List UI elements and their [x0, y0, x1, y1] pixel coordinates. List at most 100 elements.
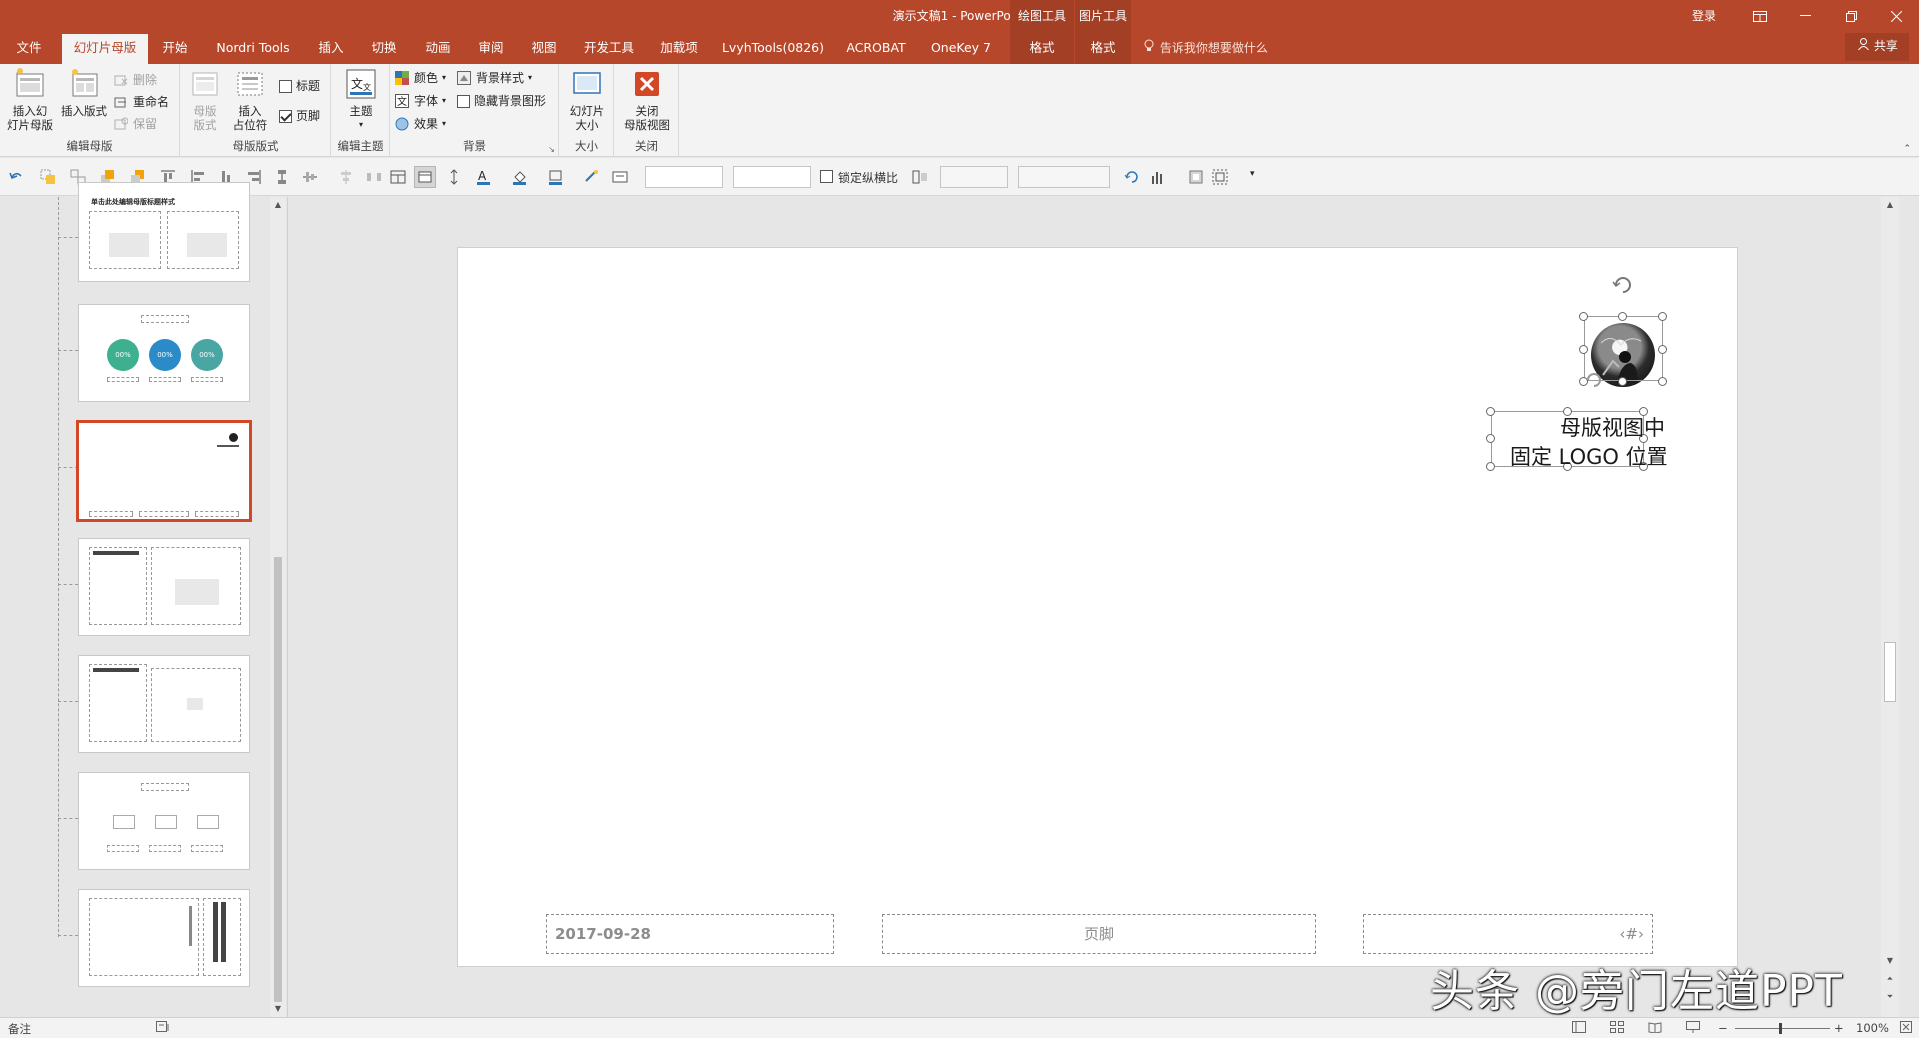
swap-position-icon[interactable] — [912, 169, 928, 185]
insert-placeholder-button[interactable]: 插入 占位符 — [225, 68, 275, 132]
rotate-handle-icon[interactable] — [1612, 274, 1634, 299]
footer-checkbox-box[interactable] — [279, 109, 292, 123]
slide-scrollbar[interactable]: ▲ ▼ ⏶ ⏷ — [1881, 197, 1899, 1017]
accessibility-icon[interactable] — [156, 1021, 170, 1036]
close-master-view-button[interactable]: 关闭 母版视图 — [617, 68, 677, 132]
layout-thumbnail-title-content[interactable] — [78, 538, 250, 636]
arrange-icon[interactable] — [1212, 169, 1228, 185]
rotate-handle-icon[interactable] — [1584, 370, 1604, 393]
picture-style-select[interactable] — [1018, 166, 1110, 188]
layout-thumbnail-logo-selected[interactable] — [76, 420, 252, 522]
tab-onekey[interactable]: OneKey 7 — [922, 32, 1000, 64]
tab-animations[interactable]: 动画 — [418, 32, 458, 64]
restore-icon[interactable] — [1828, 0, 1874, 32]
resize-handle[interactable] — [1486, 462, 1495, 471]
insert-layout-button[interactable]: 插入版式 — [58, 68, 110, 118]
login-button[interactable]: 登录 — [1692, 7, 1716, 24]
height-adjust-icon[interactable] — [446, 169, 462, 185]
slide-canvas[interactable]: 2017-09-28 页脚 ‹#› 母版视图中 固定 LOGO 位置 — [457, 247, 1738, 967]
shape-height-input[interactable] — [645, 166, 723, 188]
undo-icon[interactable] — [8, 169, 24, 185]
scroll-down-icon[interactable]: ▼ — [270, 1001, 286, 1017]
tab-slide-master[interactable]: 幻灯片母版 — [62, 34, 148, 64]
align-middle-icon[interactable] — [302, 169, 318, 185]
resize-handle[interactable] — [1658, 345, 1667, 354]
lock-aspect-checkbox-box[interactable] — [820, 170, 833, 183]
zoom-level[interactable]: 100% — [1856, 1021, 1889, 1035]
notes-button[interactable]: 备注 — [8, 1021, 31, 1037]
scroll-up-icon[interactable]: ▲ — [1881, 197, 1899, 213]
group-objects-icon[interactable] — [40, 169, 56, 185]
colors-button[interactable]: 颜色 ▾ — [395, 68, 446, 88]
tab-addins[interactable]: 加载项 — [652, 32, 706, 64]
selection-pane-icon[interactable] — [414, 166, 436, 188]
customize-toolbar-icon[interactable]: ▾ — [1250, 169, 1266, 185]
tab-acrobat[interactable]: ACROBAT — [842, 32, 910, 64]
next-slide-icon[interactable]: ⏷ — [1881, 989, 1899, 1005]
master-layout-button[interactable]: 母版 版式 — [185, 68, 225, 132]
tab-review[interactable]: 审阅 — [471, 32, 511, 64]
tab-home[interactable]: 开始 — [155, 32, 195, 64]
rotation-input[interactable] — [940, 166, 1008, 188]
ribbon-display-options-icon[interactable] — [1737, 0, 1783, 32]
preserve-button[interactable]: 保留 — [114, 114, 157, 134]
tab-nordri-tools[interactable]: Nordri Tools — [208, 32, 298, 64]
align-center-icon[interactable] — [338, 169, 354, 185]
zoom-slider-knob[interactable] — [1779, 1023, 1782, 1034]
minimize-icon[interactable] — [1782, 0, 1828, 32]
hide-background-checkbox-box[interactable] — [457, 94, 470, 108]
zoom-in-icon[interactable]: + — [1834, 1021, 1844, 1035]
tab-developer[interactable]: 开发工具 — [577, 32, 641, 64]
delete-button[interactable]: 删除 — [114, 70, 157, 90]
slide-size-button[interactable]: 幻灯片 大小 — [562, 68, 612, 132]
slide-number-placeholder[interactable]: ‹#› — [1363, 914, 1653, 954]
tab-picture-format[interactable]: 格式 — [1075, 32, 1131, 64]
layout-thumbnail-three-boxes[interactable] — [78, 772, 250, 870]
resize-handle[interactable] — [1579, 312, 1588, 321]
background-styles-button[interactable]: 背景样式 ▾ — [457, 68, 532, 88]
title-checkbox[interactable]: 标题 — [279, 76, 320, 96]
resize-handle[interactable] — [1658, 312, 1667, 321]
layout-thumbnail-picture-caption[interactable] — [78, 655, 250, 753]
rotate-icon[interactable] — [1124, 169, 1140, 185]
footer-checkbox[interactable]: 页脚 — [279, 106, 320, 126]
rename-button[interactable]: 重命名 — [114, 92, 169, 112]
resize-handle[interactable] — [1658, 377, 1667, 386]
resize-handle[interactable] — [1486, 434, 1495, 443]
tab-file[interactable]: 文件 — [4, 32, 54, 64]
tab-insert[interactable]: 插入 — [312, 32, 350, 64]
background-dialog-launcher-icon[interactable]: ↘ — [548, 145, 555, 154]
thumbnail-scroll-thumb[interactable] — [274, 557, 282, 1002]
text-box-icon[interactable] — [612, 169, 628, 185]
shape-outline-icon[interactable] — [548, 169, 564, 185]
slideshow-icon[interactable] — [1686, 1021, 1700, 1036]
font-color-icon[interactable]: A — [476, 169, 492, 185]
insert-slide-master-button[interactable]: 插入幻 灯片母版 — [4, 68, 56, 132]
normal-view-icon[interactable] — [1572, 1021, 1586, 1036]
resize-handle[interactable] — [1579, 345, 1588, 354]
reading-view-icon[interactable] — [1648, 1021, 1662, 1036]
zoom-out-icon[interactable]: − — [1718, 1021, 1728, 1035]
layout-thumbnail-two-content[interactable]: 单击此处编辑母版标题样式 — [78, 182, 250, 282]
previous-slide-icon[interactable]: ⏶ — [1881, 971, 1899, 987]
scroll-up-icon[interactable]: ▲ — [270, 197, 286, 213]
logo-textbox[interactable]: 母版视图中 固定 LOGO 位置 — [1510, 414, 1668, 472]
date-placeholder[interactable]: 2017-09-28 — [546, 914, 834, 954]
tab-view[interactable]: 视图 — [524, 32, 564, 64]
title-checkbox-box[interactable] — [279, 79, 292, 93]
layout-thumbnail-vertical-title[interactable] — [78, 889, 250, 987]
crop-icon[interactable] — [1188, 169, 1204, 185]
tab-drawing-format[interactable]: 格式 — [1010, 32, 1074, 64]
slide-scroll-thumb[interactable] — [1884, 642, 1896, 702]
lock-aspect-checkbox[interactable] — [820, 170, 834, 184]
tell-me-search[interactable]: 告诉我你想要做什么 — [1144, 32, 1268, 64]
chart-layout-icon[interactable] — [1150, 169, 1166, 185]
table-layout-icon[interactable] — [390, 169, 406, 185]
shape-width-input[interactable] — [733, 166, 811, 188]
fonts-button[interactable]: 文 字体 ▾ — [395, 91, 446, 111]
layout-thumbnail-percent-circles[interactable]: 00% 00% 00% — [78, 304, 250, 402]
share-button[interactable]: 共享 — [1845, 33, 1909, 61]
scroll-down-icon[interactable]: ▼ — [1881, 953, 1899, 969]
resize-handle[interactable] — [1486, 407, 1495, 416]
hide-background-checkbox[interactable]: 隐藏背景图形 — [457, 91, 546, 111]
